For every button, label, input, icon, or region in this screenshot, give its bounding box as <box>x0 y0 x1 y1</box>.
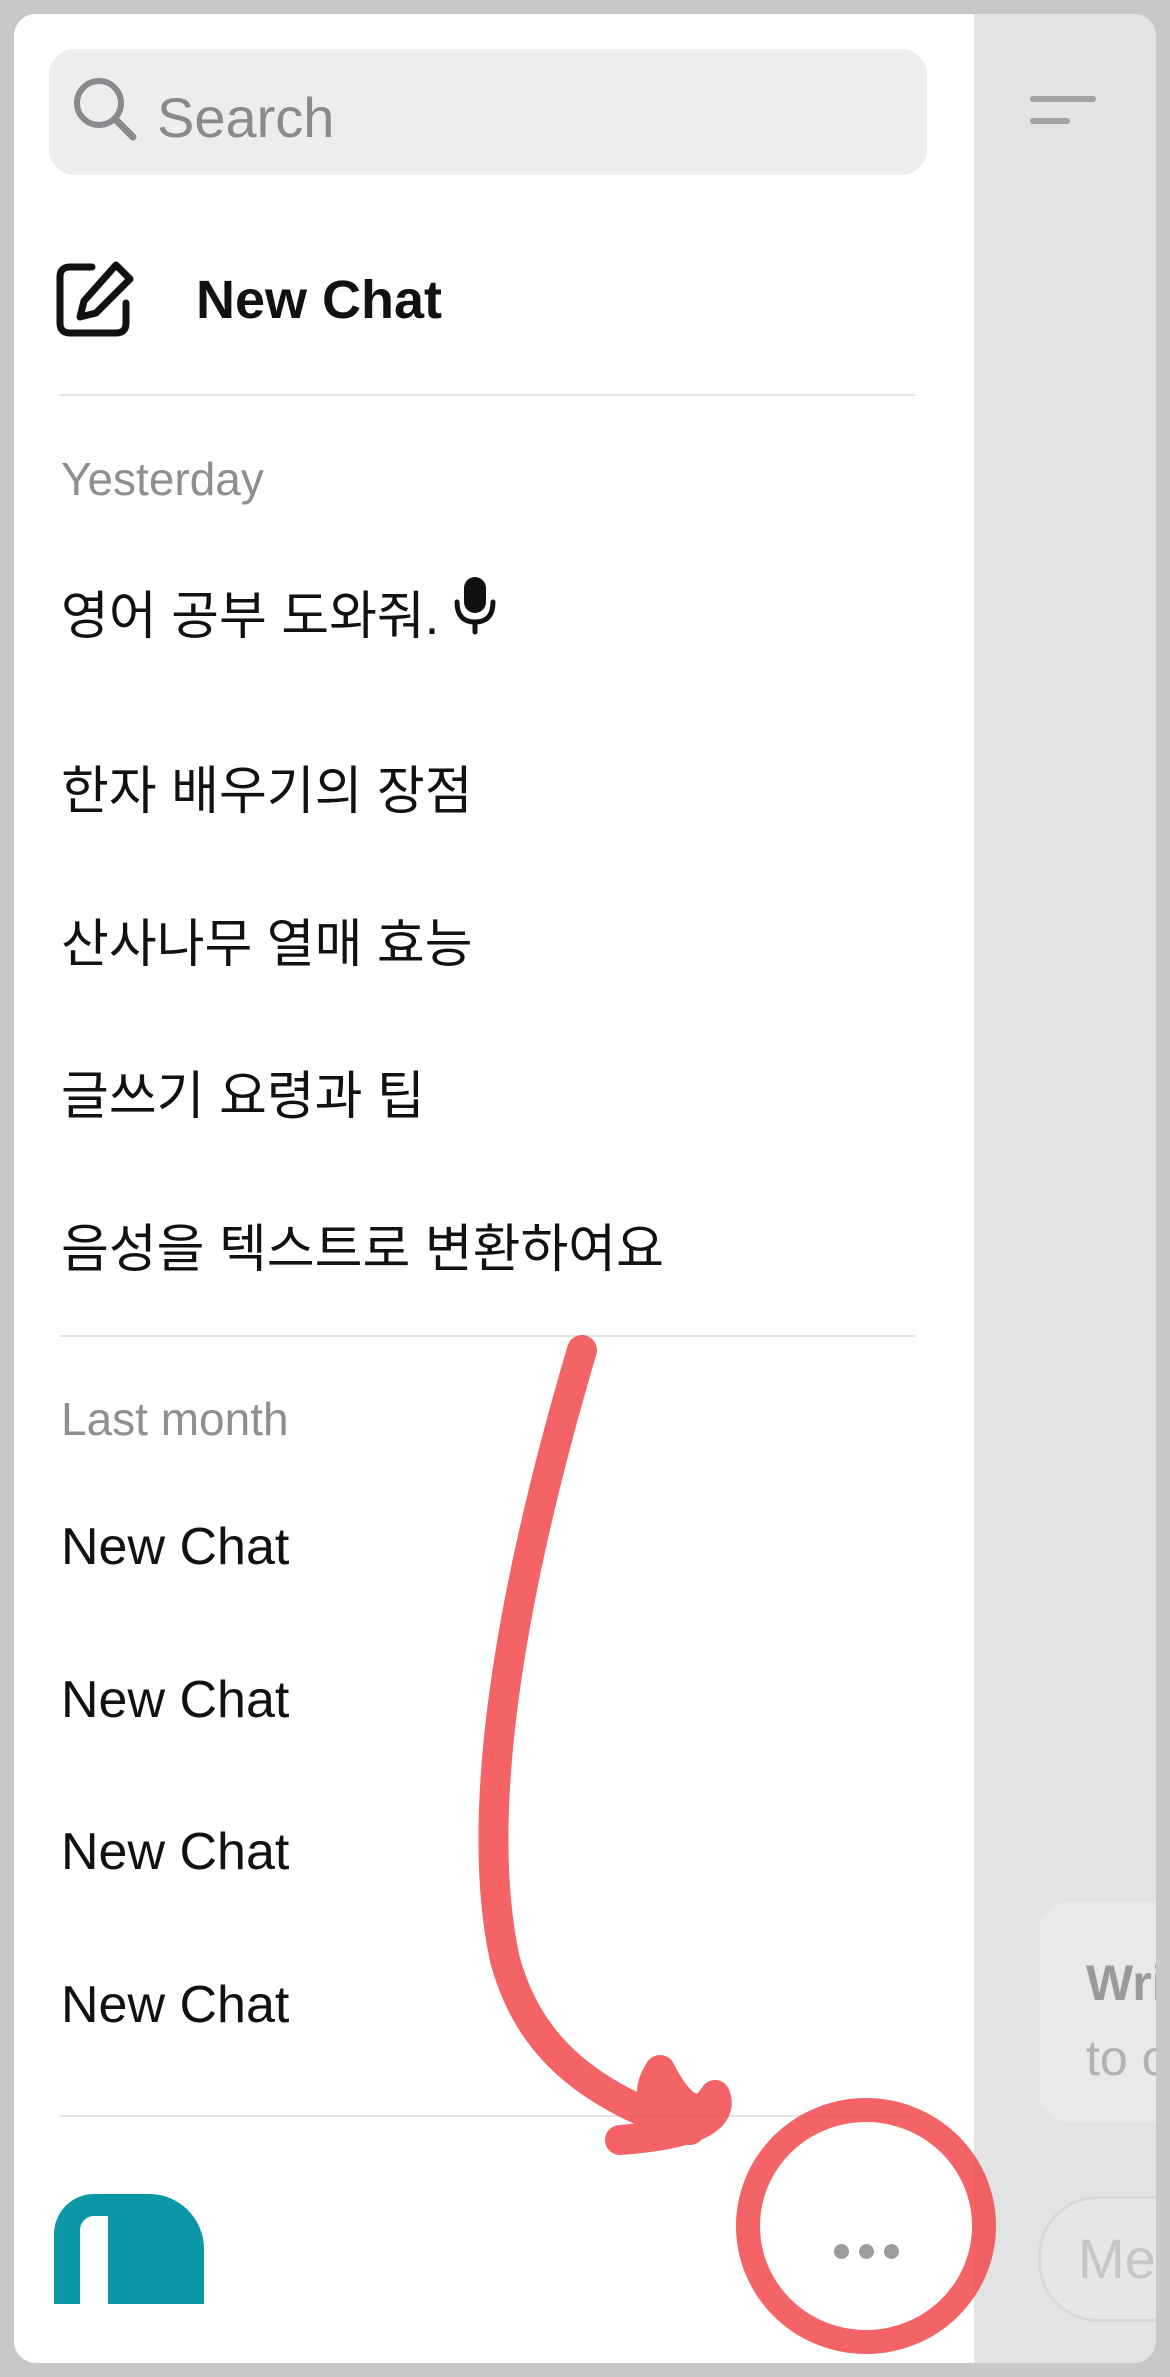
chat-item[interactable]: New Chat <box>61 1822 289 1882</box>
section-heading-last-month: Last month <box>61 1393 289 1445</box>
divider <box>60 394 915 396</box>
chat-item[interactable]: New Chat <box>61 1670 289 1730</box>
suggestion-card[interactable] <box>1040 1902 1156 2122</box>
chat-item[interactable]: New Chat <box>61 1517 289 1577</box>
microphone-icon <box>453 574 497 649</box>
new-chat-label: New Chat <box>196 270 443 330</box>
ellipsis-icon[interactable] <box>834 2236 904 2266</box>
app-window: Writ to o Mes Search New Chat Yesterday … <box>14 14 1156 2363</box>
menu-icon[interactable] <box>1030 80 1100 140</box>
section-heading-yesterday: Yesterday <box>61 453 264 505</box>
chat-item[interactable]: 산사나무 열매 효능 <box>61 902 473 977</box>
avatar[interactable] <box>54 2194 204 2304</box>
chat-item[interactable]: 음성을 텍스트로 변환하여요 <box>61 1207 664 1282</box>
divider <box>60 1335 915 1337</box>
divider <box>60 2115 915 2117</box>
chat-item[interactable]: 영어 공부 도와줘. <box>61 574 497 649</box>
chat-item-label: 영어 공부 도와줘. <box>61 588 440 646</box>
chat-item[interactable]: New Chat <box>61 1975 289 2035</box>
suggestion-title: Writ <box>1086 1955 1156 2011</box>
chat-item[interactable]: 한자 배우기의 장점 <box>61 749 473 824</box>
sidebar: Search New Chat Yesterday 영어 공부 도와줘. 한자 … <box>14 14 974 2363</box>
search-placeholder: Search <box>157 86 335 149</box>
suggestion-subtitle: to o <box>1086 2030 1156 2086</box>
new-chat-button[interactable]: New Chat <box>54 239 914 359</box>
search-input[interactable]: Search <box>49 49 927 175</box>
message-input-placeholder: Mes <box>1078 2227 1156 2290</box>
search-icon <box>74 78 137 141</box>
compose-icon <box>56 261 134 337</box>
chat-item[interactable]: 글쓰기 요령과 팁 <box>61 1054 425 1129</box>
